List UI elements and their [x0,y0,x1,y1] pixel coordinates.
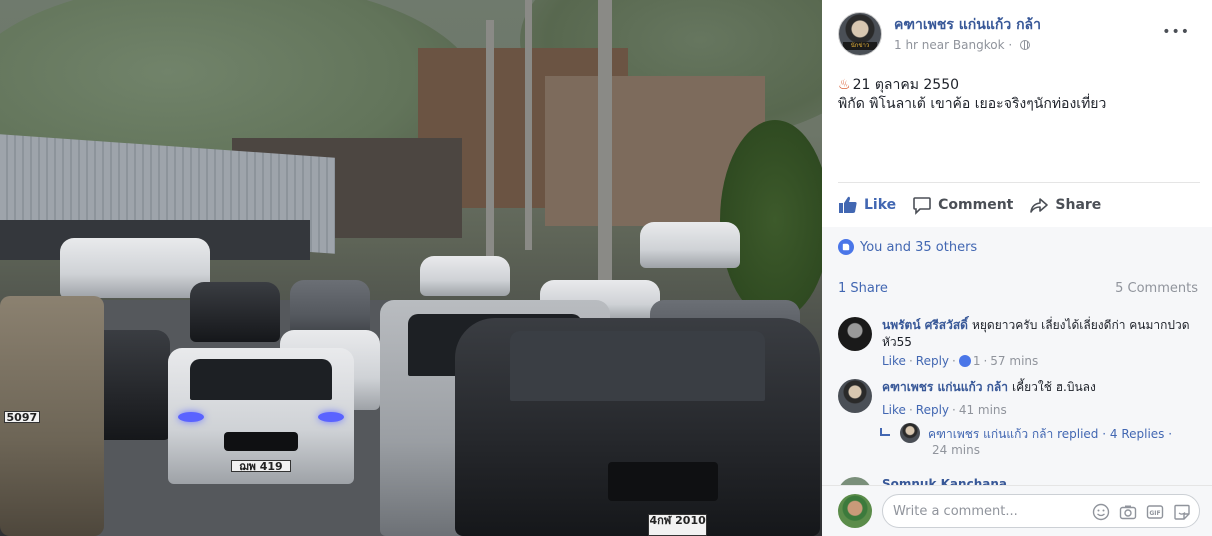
photo-car-black-bmw: 4กฬ 2010 [455,318,820,536]
like-reaction-icon [838,239,854,255]
photo-utility-pole [486,20,494,280]
comment-body: นพรัตน์ ศรีสวัสดิ์ หยุดยาวครับ เลี่ยงได้เ… [882,317,1194,370]
post-date-line: ♨ 21 ตุลาคม 2550 [838,76,1198,95]
reactions-text: You and 35 others [860,239,978,255]
comment-bubble-icon [913,197,931,215]
current-user-avatar [838,494,872,528]
photo-car-windshield [190,358,332,400]
comment-reply-link[interactable]: Reply [916,354,949,368]
commenter-avatar[interactable] [838,379,872,413]
photo-car-headlight [318,412,344,422]
svg-text:GIF: GIF [1149,510,1160,517]
post-body: พิกัด พิโนลาเต้ เขาค้อ เยอะจริงๆนักท่องเ… [838,96,1107,112]
share-arrow-icon [1030,198,1049,213]
replies-count: 4 Replies [1109,427,1165,441]
camera-icon[interactable] [1119,503,1137,521]
photo-car-headlight [178,412,204,422]
gif-icon[interactable]: GIF [1146,503,1164,521]
comment-time[interactable]: 57 mins [990,354,1038,368]
reactions-summary: You and 35 others [822,227,1212,271]
engagement-counts: 1 Share 5 Comments [822,271,1212,307]
like-reaction-icon [958,355,971,367]
comment-input-box[interactable]: GIF [882,494,1200,528]
share-count-link[interactable]: 1 Share [838,281,888,296]
photo-license-plate: 4กฬ 2010 [648,514,707,536]
globe-icon[interactable] [1019,40,1030,50]
photo-license-plate: ฌพ 419 [231,459,291,472]
photo-car-white-sedan: ฌพ 419 [168,348,354,484]
share-label: Share [1055,197,1102,213]
photo-license-plate: 5097 [4,411,40,424]
comment-text: เคี้ยวใช้ ฮ.บินลง [1011,380,1096,394]
photo-car-windshield [509,331,766,401]
thumbs-up-icon [839,196,857,213]
replies-time: 24 mins [932,443,980,457]
replies-link[interactable]: คฑาเพชร แก่นแก้ว กล้า replied · 4 Replie… [880,423,1180,444]
photo-car-suv-left: 5097 [0,296,104,536]
more-options-icon[interactable]: ••• [1162,24,1190,40]
comment-button[interactable]: Comment [912,195,1013,215]
comment-actions: Like · Reply · 1 · 57 mins [882,354,1039,368]
comment-like-count[interactable]: 1 [973,354,981,368]
like-button[interactable]: Like [838,195,896,215]
comment-input[interactable] [893,502,1083,520]
commenter-name[interactable]: นพรัตน์ ศรีสวัสดิ์ [882,318,968,332]
photo-tree [720,120,822,320]
comment-composer: GIF [822,485,1212,536]
post-header: นักข่าวประจำ คฑาเพชร แก่นแก้ว กล้า 1 hr … [838,12,1200,62]
comment-like-link[interactable]: Like [882,403,906,417]
author-avatar[interactable]: นักข่าวประจำ [838,12,882,56]
sticker-icon[interactable] [1173,503,1191,521]
commenter-avatar[interactable] [838,317,872,351]
comment-body: คฑาเพชร แก่นแก้ว กล้า เคี้ยวใช้ ฮ.บินลง L… [882,379,1194,419]
replies-text: คฑาเพชร แก่นแก้ว กล้า replied [928,427,1099,441]
comment-reply-link[interactable]: Reply [916,403,949,417]
author-name[interactable]: คฑาเพชร แก่นแก้ว กล้า [894,14,1041,36]
commenter-name[interactable]: Somnuk Kanchana [882,477,1007,485]
hot-springs-icon: ♨ [838,77,851,93]
comment-label: Comment [938,197,1014,213]
photo-car-grille [223,432,299,452]
photo-car [190,282,280,342]
like-label: Like [864,197,897,213]
commenter-name[interactable]: คฑาเพชร แก่นแก้ว กล้า [882,380,1008,394]
comment-time[interactable]: 41 mins [959,403,1007,417]
photo-car [60,238,210,298]
composer-icons: GIF [1083,503,1191,521]
reply-arrow-icon [880,428,890,436]
divider [838,182,1200,183]
post-photo[interactable]: ฌพ 419 5097 4กฬ 2010 [0,0,822,536]
replier-avatar [900,423,920,443]
comments-list: นพรัตน์ ศรีสวัสดิ์ หยุดยาวครับ เลี่ยงได้เ… [822,307,1212,485]
emoji-icon[interactable] [1092,503,1110,521]
post-meta: 1 hr near Bangkok · [894,38,1030,52]
photo-car [640,222,740,268]
post-date: 21 ตุลาคม 2550 [852,77,960,93]
commenter-avatar[interactable] [838,477,872,485]
post-time-location[interactable]: 1 hr near Bangkok [894,38,1005,52]
comment-item-partial: Somnuk Kanchana [838,477,1198,485]
share-button[interactable]: Share [1029,195,1101,215]
photo-utility-pole [525,0,532,250]
photo-utility-pole [598,0,612,320]
comment-actions: Like · Reply · 41 mins [882,403,1007,417]
comment-count-link[interactable]: 5 Comments [1115,281,1198,296]
photo-car-grille [608,461,718,502]
post-caption: ♨ 21 ตุลาคม 2550 พิกัด พิโนลาเต้ เขาค้อ เ… [838,76,1198,114]
photo-car [420,256,510,296]
avatar-caption: นักข่าวประจำ [843,42,877,50]
post-sidebar: นักข่าวประจำ คฑาเพชร แก่นแก้ว กล้า 1 hr … [822,0,1212,536]
post-actions: Like Comment Share [838,192,1200,218]
reactions-row[interactable]: You and 35 others [838,239,977,255]
comment-like-link[interactable]: Like [882,354,906,368]
